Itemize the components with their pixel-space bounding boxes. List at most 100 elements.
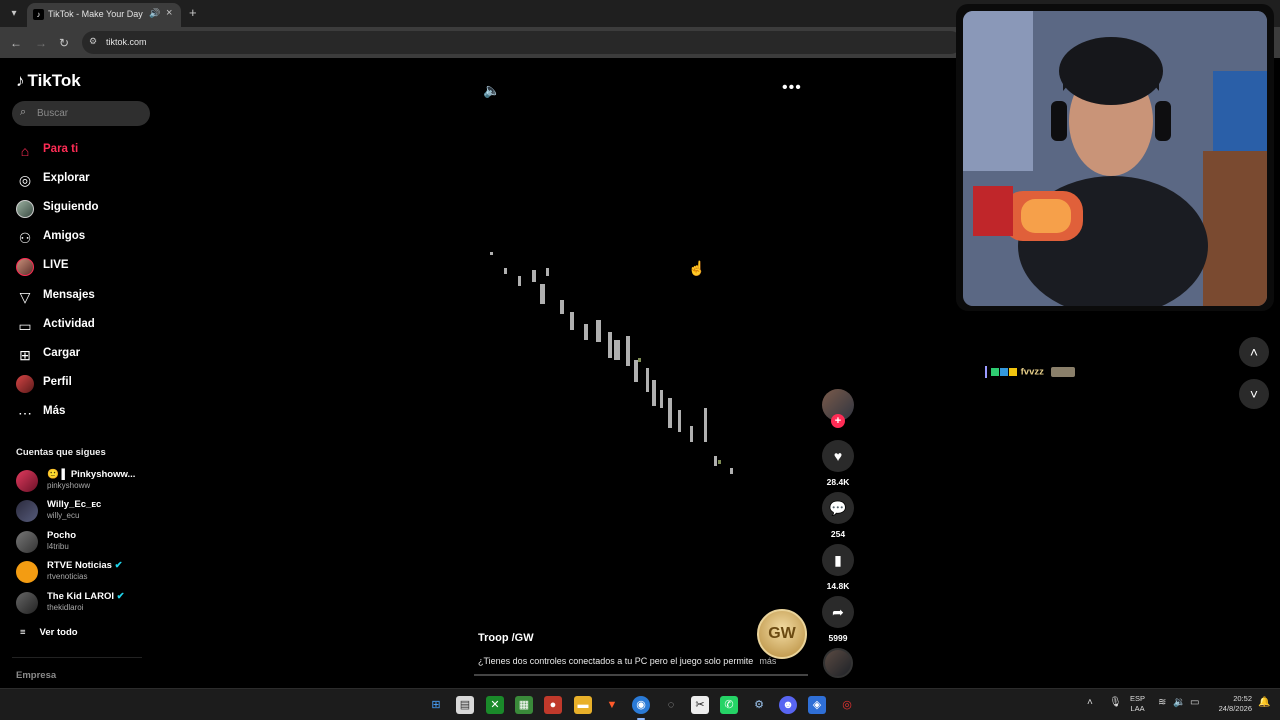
windows-taskbar: ⊞ ▤ ✕ ▦ ● ▬ ▼ ◉ ◌ ✂ ✆ ⚙ ☻ ◈ ◎ ˄ 🎙 ESP LAA… — [0, 688, 1280, 720]
new-tab-icon[interactable]: + — [189, 5, 197, 20]
video-progress-bar[interactable] — [474, 674, 808, 676]
volume-tray-icon[interactable]: 🔉 — [1173, 697, 1185, 708]
account-name: RTVE Noticias ✔ — [47, 560, 123, 571]
brave-icon[interactable]: ▼ — [603, 696, 621, 714]
nav-item-para-ti[interactable]: ⌂ Para ti — [16, 140, 146, 162]
avatar — [16, 561, 38, 583]
share-count: 5999 — [828, 633, 848, 643]
steam-icon[interactable]: ⚙ — [750, 696, 768, 714]
comment-button[interactable]: 💬 — [822, 492, 854, 524]
video-author[interactable]: Troop /GW — [478, 632, 534, 644]
bookmark-icon: ▮ — [834, 552, 842, 568]
following-account[interactable]: 🙂 ▌ Pinkyshoww... pinkyshoww — [16, 468, 146, 494]
volume-icon[interactable]: 🔈 — [483, 82, 500, 99]
nav-label: Para ti — [43, 143, 79, 155]
avatar — [16, 200, 34, 218]
app-icon[interactable]: ◌ — [662, 696, 680, 714]
account-handle: willy_ecu — [47, 511, 80, 520]
site-info-icon[interactable]: ⚙ — [89, 36, 97, 47]
store-icon[interactable]: ▤ — [456, 696, 474, 714]
plus-square-icon: ⊞ — [19, 347, 31, 363]
address-bar[interactable]: ⚙ tiktok.com — [82, 31, 962, 54]
like-button[interactable]: ♥ — [822, 440, 854, 472]
tab-title: TikTok - Make Your Day — [48, 9, 143, 19]
nav-item-cargar[interactable]: ⊞ Cargar — [16, 344, 146, 366]
notification-icon[interactable]: 🔔 — [1258, 697, 1270, 708]
nav-label: Siguiendo — [43, 201, 99, 213]
nav-item-perfil[interactable]: Perfil — [16, 373, 146, 395]
video-description: ¿Tienes dos controles conectados a tu PC… — [478, 656, 776, 666]
minecraft-icon[interactable]: ▦ — [515, 696, 533, 714]
video-frame[interactable] — [480, 240, 780, 510]
reload-icon[interactable]: ↻ — [59, 36, 69, 50]
previous-video-button[interactable]: ˄ — [1239, 337, 1269, 367]
app-icon[interactable]: ◈ — [808, 696, 826, 714]
following-account[interactable]: RTVE Noticias ✔ rtvenoticias — [16, 559, 146, 585]
time: 20:52 — [1233, 694, 1252, 703]
folder-icon[interactable]: ▬ — [574, 696, 592, 714]
obs-icon[interactable]: ◎ — [838, 696, 856, 714]
nav-label: Cargar — [43, 347, 81, 359]
nav-item-mas[interactable]: ⋯ Más — [16, 402, 146, 424]
gw-watermark-logo: GW — [757, 609, 807, 659]
forward-icon[interactable]: → — [35, 36, 47, 50]
sidebar: ♪TikTok ⌕ ⌂ Para ti ◎ Explorar Siguiendo… — [0, 58, 160, 688]
nav-label: Más — [43, 405, 66, 417]
see-all-label: Ver todo — [39, 627, 78, 638]
following-section-title: Cuentas que sigues — [16, 447, 106, 458]
back-icon[interactable]: ← — [10, 36, 22, 50]
tab-search-icon[interactable]: ▾ — [6, 6, 22, 22]
account-name: Willy_Ec_ᴇᴄ — [47, 499, 102, 510]
nav-item-actividad[interactable]: ▭ Actividad — [16, 315, 146, 337]
following-account[interactable]: Willy_Ec_ᴇᴄ willy_ecu — [16, 498, 146, 524]
capcut-icon[interactable]: ✂ — [691, 696, 709, 714]
battery-icon[interactable]: ▭ — [1190, 697, 1199, 708]
next-video-button[interactable]: ˅ — [1239, 379, 1269, 409]
discord-icon[interactable]: ☻ — [779, 696, 797, 714]
nav-item-explorar[interactable]: ◎ Explorar — [16, 169, 146, 191]
share-button[interactable]: ➦ — [822, 596, 854, 628]
wifi-icon[interactable]: ≋ — [1158, 697, 1166, 708]
chrome-icon[interactable]: ◉ — [632, 696, 650, 720]
nav-item-siguiendo[interactable]: Siguiendo — [16, 198, 146, 220]
footer-link-empresa[interactable]: Empresa — [16, 670, 56, 681]
avatar — [16, 500, 38, 522]
nav-label: Perfil — [43, 376, 72, 388]
browser-tab[interactable]: ♪ TikTok - Make Your Day 🔊 × — [27, 3, 181, 27]
tab-audio-icon[interactable]: 🔊 — [149, 8, 160, 19]
account-handle: thekidlaroi — [47, 603, 84, 612]
nav-item-amigos[interactable]: ⚇ Amigos — [16, 227, 146, 249]
save-button[interactable]: ▮ — [822, 544, 854, 576]
music-disc[interactable] — [823, 648, 853, 678]
webcam-overlay — [956, 4, 1274, 311]
nav-item-live[interactable]: LIVE — [16, 256, 146, 278]
more-options-icon[interactable]: ••• — [782, 79, 802, 97]
xbox-icon[interactable]: ✕ — [486, 696, 504, 714]
following-account[interactable]: Pocho l4tribu — [16, 529, 146, 555]
tray-overflow-icon[interactable]: ˄ — [1087, 697, 1093, 708]
tiktok-favicon-icon: ♪ — [33, 9, 44, 20]
search-box[interactable]: ⌕ — [12, 101, 150, 126]
tiktok-logo[interactable]: ♪ TikTok — [16, 71, 81, 91]
home-icon: ⌂ — [20, 143, 30, 159]
nav-label: Mensajes — [43, 289, 95, 301]
account-name: 🙂 ▌ Pinkyshoww... — [47, 469, 135, 480]
hand-cursor-icon: ☝ — [688, 260, 706, 276]
whatsapp-icon[interactable]: ✆ — [720, 696, 738, 714]
follow-plus-icon[interactable]: + — [831, 414, 845, 428]
close-tab-icon[interactable]: × — [166, 7, 172, 19]
more-icon: ⋯ — [18, 405, 32, 421]
nav-item-mensajes[interactable]: ▽ Mensajes — [16, 286, 146, 308]
clock[interactable]: 20:52 24/8/2026 — [1212, 694, 1252, 714]
avatar — [16, 375, 34, 393]
among-us-icon[interactable]: ● — [544, 696, 562, 714]
following-account[interactable]: The Kid LAROI ✔ thekidlaroi — [16, 590, 146, 616]
like-count: 28.4K — [826, 477, 850, 487]
badge-icon — [1009, 368, 1017, 376]
search-input[interactable] — [37, 105, 137, 122]
microphone-icon[interactable]: 🎙 — [1109, 697, 1122, 708]
date: 24/8/2026 — [1218, 704, 1252, 713]
language-indicator[interactable]: ESP LAA — [1130, 694, 1145, 714]
see-all-link[interactable]: ≡ Ver todo — [20, 627, 78, 638]
windows-start-icon[interactable]: ⊞ — [427, 696, 445, 714]
